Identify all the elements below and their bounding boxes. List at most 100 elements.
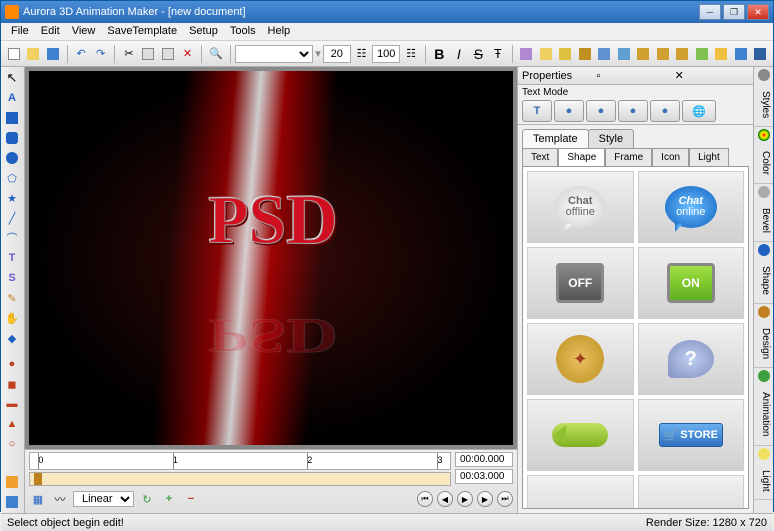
hand-tool[interactable]: ✋ [3, 309, 21, 327]
sidetab-design[interactable]: Design [754, 320, 773, 368]
sidetab-color[interactable]: Color [754, 143, 773, 184]
paste-button[interactable] [159, 44, 177, 64]
star-tool[interactable]: ★ [3, 189, 21, 207]
subtab-frame[interactable]: Frame [605, 148, 652, 166]
minimize-button[interactable]: ─ [699, 4, 721, 20]
menu-view[interactable]: View [66, 23, 102, 40]
text-mode-2[interactable]: ● [554, 100, 584, 122]
size2-input[interactable] [372, 45, 400, 63]
close-button[interactable]: ✕ [747, 4, 769, 20]
easing-select[interactable]: Linear [73, 491, 134, 507]
tab-style[interactable]: Style [588, 129, 634, 148]
menu-tools[interactable]: Tools [224, 23, 262, 40]
tool-4[interactable] [576, 44, 594, 64]
shape-arrow[interactable] [527, 399, 634, 471]
goto-end-button[interactable]: ⏭ [497, 491, 513, 507]
tool-2[interactable] [537, 44, 555, 64]
shape-off-button[interactable]: OFF [527, 247, 634, 319]
menu-setup[interactable]: Setup [183, 23, 224, 40]
props-close-icon[interactable]: ✕ [675, 69, 749, 82]
time-start[interactable]: 00:00.000 [455, 452, 513, 467]
goto-start-button[interactable]: ⏮ [417, 491, 433, 507]
cube-tool[interactable]: ◼ [3, 375, 21, 393]
tl-add[interactable]: ▦ [29, 490, 47, 508]
tool-5[interactable] [595, 44, 613, 64]
tool-6[interactable] [615, 44, 633, 64]
polygon-tool[interactable]: ⬠ [3, 169, 21, 187]
tab-template[interactable]: Template [522, 129, 589, 148]
copy-button[interactable] [140, 44, 158, 64]
save-button[interactable] [44, 44, 62, 64]
time-end[interactable]: 00:03.000 [455, 469, 513, 484]
shape-store[interactable]: 🛒STORE [638, 399, 745, 471]
sidetab-animation[interactable]: Animation [754, 384, 773, 445]
open-button[interactable] [25, 44, 43, 64]
svg-tool[interactable]: ◆ [3, 329, 21, 347]
tool-12[interactable] [732, 44, 750, 64]
shape-empty-1[interactable] [527, 475, 634, 509]
tl-plus[interactable]: + [160, 490, 178, 508]
t-tool[interactable]: T [3, 249, 21, 267]
tool-13[interactable] [751, 44, 769, 64]
shape-badge[interactable]: ✦ [527, 323, 634, 395]
sidetab-shape[interactable]: Shape [754, 258, 773, 304]
subtab-text[interactable]: Text [522, 148, 558, 166]
sidetab-bevel[interactable]: Bevel [754, 200, 773, 242]
text-mode-6[interactable]: 🌐 [682, 100, 716, 122]
pen-tool[interactable]: ✎ [3, 289, 21, 307]
text-mode-4[interactable]: ● [618, 100, 648, 122]
cut-button[interactable]: ✂ [120, 44, 138, 64]
menu-savetemplate[interactable]: SaveTemplate [101, 23, 183, 40]
zoom-button[interactable]: 🔍 [207, 44, 225, 64]
tool-10[interactable] [693, 44, 711, 64]
props-float-icon[interactable]: ▫ [596, 70, 670, 82]
shape-chat-offline[interactable]: Chatoffline [527, 171, 634, 243]
shape-question[interactable]: ? [638, 323, 745, 395]
strike-button[interactable]: S [470, 44, 488, 64]
s-tool[interactable]: S [3, 269, 21, 287]
color-orange[interactable] [3, 473, 21, 491]
prev-frame-button[interactable]: ◀ [437, 491, 453, 507]
select-tool[interactable]: ↖ [3, 69, 21, 87]
play-button[interactable]: ▶ [457, 491, 473, 507]
shape-on-button[interactable]: ON [638, 247, 745, 319]
tool-1[interactable] [517, 44, 535, 64]
menu-edit[interactable]: Edit [35, 23, 66, 40]
tl-minus[interactable]: − [182, 490, 200, 508]
tool-3[interactable] [556, 44, 574, 64]
timeline-track[interactable] [29, 472, 451, 486]
undo-button[interactable]: ↶ [72, 44, 90, 64]
text-mode-1[interactable]: T [522, 100, 552, 122]
menu-help[interactable]: Help [262, 23, 297, 40]
maximize-button[interactable]: ❐ [723, 4, 745, 20]
tl-curve[interactable]: 〰 [51, 490, 69, 508]
next-frame-button[interactable]: ▶ [477, 491, 493, 507]
roundrect-tool[interactable] [3, 129, 21, 147]
menu-file[interactable]: File [5, 23, 35, 40]
tool-9[interactable] [673, 44, 691, 64]
size-icon-1[interactable]: ☷ [353, 44, 371, 64]
delete-button[interactable]: ✕ [179, 44, 197, 64]
text-mode-5[interactable]: ● [650, 100, 680, 122]
redo-button[interactable]: ↷ [92, 44, 110, 64]
text-effect-button[interactable]: Ŧ [489, 44, 507, 64]
shape-empty-2[interactable] [638, 475, 745, 509]
arc-tool[interactable]: ⌒ [3, 229, 21, 247]
tl-refresh[interactable]: ↻ [138, 490, 156, 508]
subtab-shape[interactable]: Shape [558, 148, 605, 166]
bold-button[interactable]: B [431, 44, 449, 64]
canvas[interactable]: PSD PSD [29, 71, 513, 445]
new-button[interactable] [5, 44, 23, 64]
subtab-icon[interactable]: Icon [652, 148, 689, 166]
line-tool[interactable]: ╱ [3, 209, 21, 227]
italic-button[interactable]: I [450, 44, 468, 64]
sidetab-styles[interactable]: Styles [754, 83, 773, 127]
tool-11[interactable] [712, 44, 730, 64]
rect-tool[interactable] [3, 109, 21, 127]
sphere-tool[interactable]: ● [3, 355, 21, 373]
tool-8[interactable] [654, 44, 672, 64]
size-icon-2[interactable]: ☷ [402, 44, 420, 64]
subtab-light[interactable]: Light [689, 148, 729, 166]
sidetab-light[interactable]: Light [754, 462, 773, 501]
ellipse-tool[interactable] [3, 149, 21, 167]
